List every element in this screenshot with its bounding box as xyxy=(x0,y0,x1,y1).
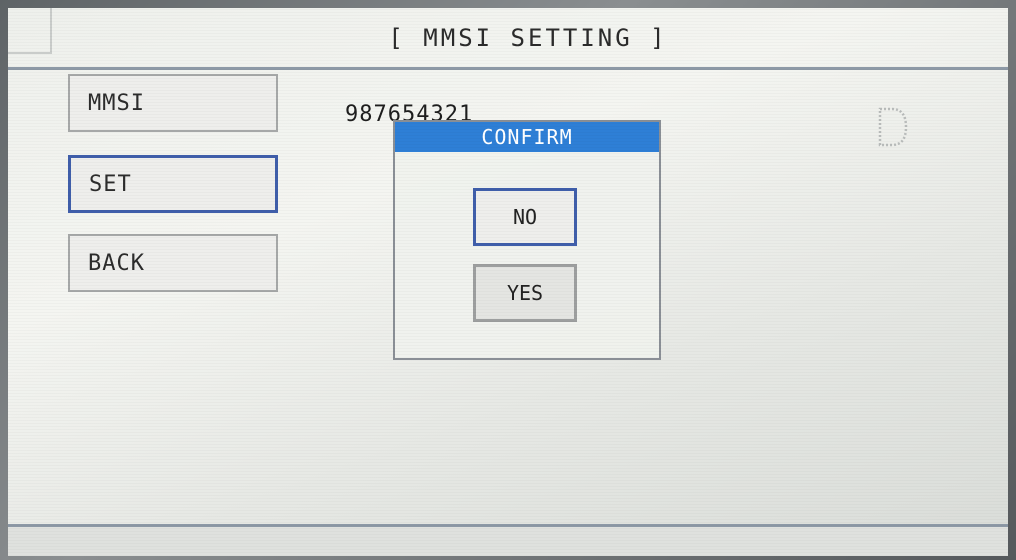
back-button-label: BACK xyxy=(88,250,145,276)
mmsi-button[interactable]: MMSI xyxy=(68,74,278,132)
set-button[interactable]: SET xyxy=(68,155,278,213)
yes-button[interactable]: YES xyxy=(473,264,577,322)
lcd-screen: [ MMSI SETTING ] MMSI SET BACK 987654321… xyxy=(8,8,1008,556)
title-bar: [ MMSI SETTING ] xyxy=(8,8,1008,70)
letter-d-dotted-icon xyxy=(876,106,910,148)
no-button[interactable]: NO xyxy=(473,188,577,246)
confirm-dialog: CONFIRM NO YES xyxy=(393,120,661,360)
page-title: [ MMSI SETTING ] xyxy=(388,23,668,52)
dialog-title: CONFIRM xyxy=(395,122,659,152)
mmsi-button-label: MMSI xyxy=(88,90,145,116)
status-bar xyxy=(8,527,1008,556)
back-button[interactable]: BACK xyxy=(68,234,278,292)
dialog-title-text: CONFIRM xyxy=(481,125,573,149)
yes-button-label: YES xyxy=(506,281,544,305)
set-button-label: SET xyxy=(89,171,132,197)
no-button-label: NO xyxy=(512,205,538,229)
